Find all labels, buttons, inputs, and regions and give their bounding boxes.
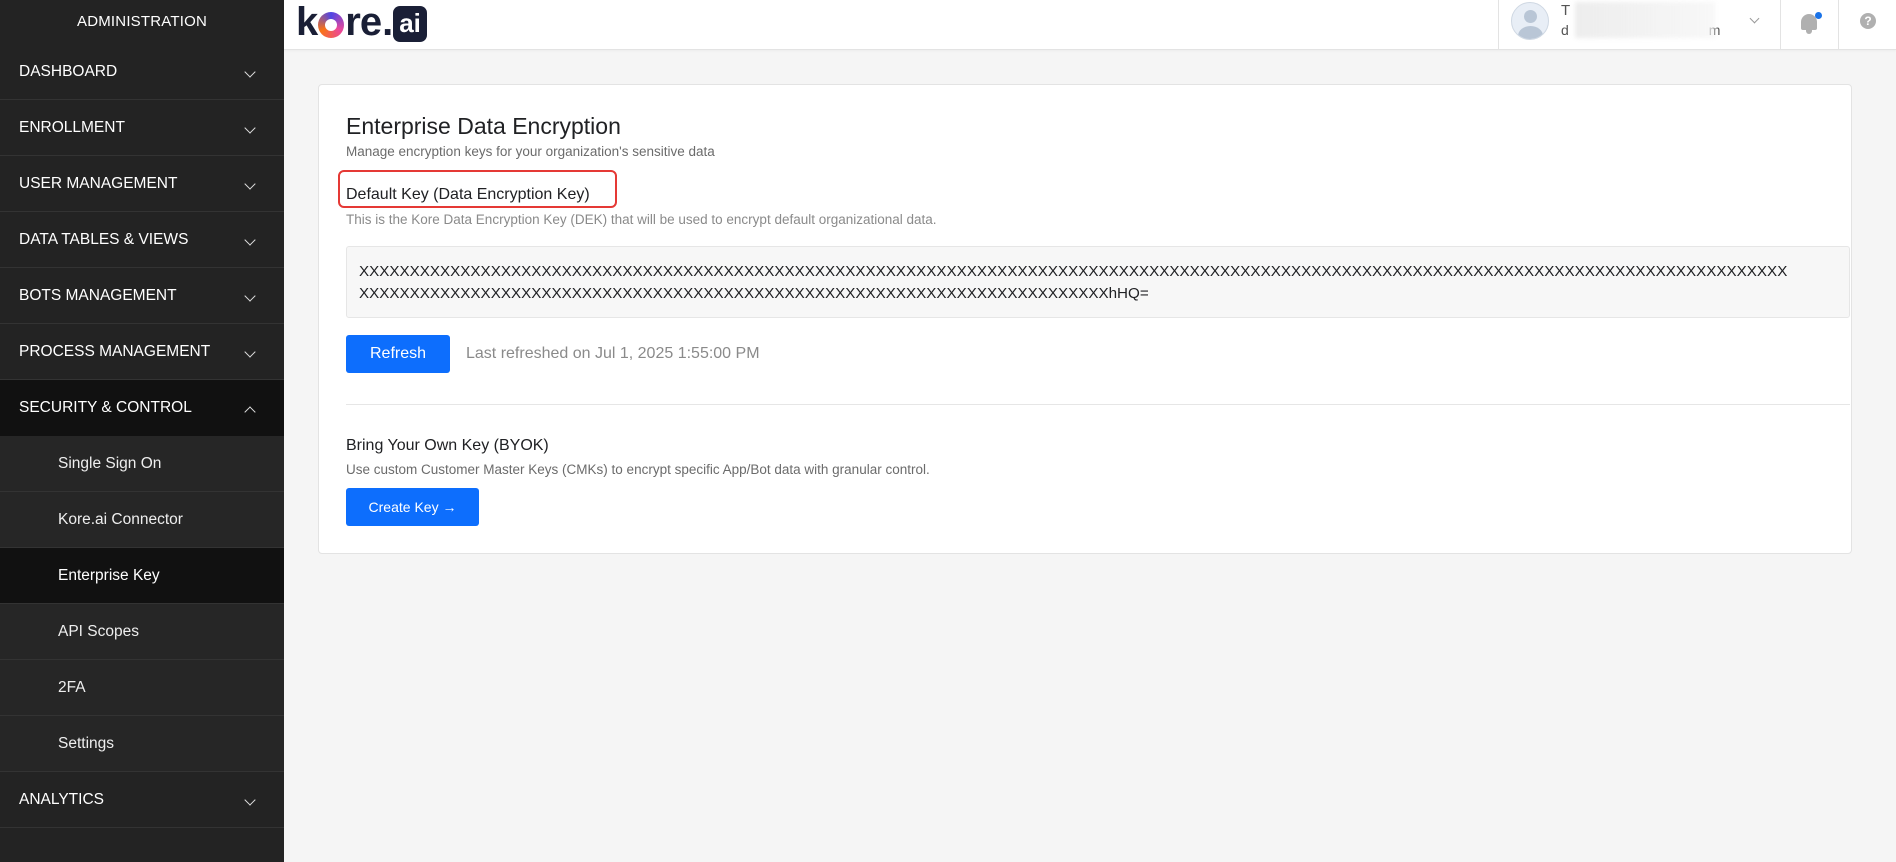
logo-o-icon [318,12,345,38]
refresh-button[interactable]: Refresh [346,335,450,373]
chevron-down-icon [244,178,256,190]
nav-user-management[interactable]: USER MANAGEMENT [0,156,284,212]
create-key-button[interactable]: Create Key → [346,488,479,526]
byok-description: Use custom Customer Master Keys (CMKs) t… [346,462,930,477]
sidebar: ADMINISTRATION DASHBOARD ENROLLMENT USER… [0,0,284,862]
nav-label: USER MANAGEMENT [19,175,178,192]
key-line: XXXXXXXXXXXXXXXXXXXXXXXXXXXXXXXXXXXXXXXX… [359,263,1788,280]
logo-dot: . [382,0,394,44]
user-menu[interactable]: T dm [1498,0,1780,50]
redacted-user-info [1575,2,1715,38]
nav-label: SECURITY & CONTROL [19,399,192,416]
sidebar-item-single-sign-on[interactable]: Single Sign On [0,436,284,492]
chevron-down-icon [244,66,256,78]
logo-text: re [345,0,382,44]
encryption-key-value: XXXXXXXXXXXXXXXXXXXXXXXXXXXXXXXXXXXXXXXX… [346,246,1850,318]
nav-label: DATA TABLES & VIEWS [19,231,189,248]
chevron-down-icon [1749,13,1760,24]
notifications-button[interactable] [1780,0,1838,50]
nav-analytics[interactable]: ANALYTICS [0,772,284,828]
top-bar: k re . ai T dm ? [284,0,1896,50]
sidebar-item-enterprise-key[interactable]: Enterprise Key [0,548,284,604]
chevron-down-icon [244,290,256,302]
chevron-down-icon [244,122,256,134]
user-name: T [1561,2,1571,19]
nav-process-management[interactable]: PROCESS MANAGEMENT [0,324,284,380]
koreai-logo[interactable]: k re . ai [296,2,427,42]
sidebar-item-2fa[interactable]: 2FA [0,660,284,716]
sidebar-item-koreai-connector[interactable]: Kore.ai Connector [0,492,284,548]
nav-label: PROCESS MANAGEMENT [19,343,211,360]
page-title: Enterprise Data Encryption [346,113,621,139]
sidebar-item-settings[interactable]: Settings [0,716,284,772]
encryption-card: Enterprise Data Encryption Manage encryp… [318,84,1852,554]
sidebar-item-api-scopes[interactable]: API Scopes [0,604,284,660]
logo-ai-badge: ai [393,6,427,42]
byok-title: Bring Your Own Key (BYOK) [346,437,549,454]
help-button[interactable]: ? [1838,0,1896,50]
nav-label: ENROLLMENT [19,119,125,136]
page-subtitle: Manage encryption keys for your organiza… [346,144,715,159]
avatar [1511,2,1549,40]
logo-text: k [296,0,318,44]
nav-dashboard[interactable]: DASHBOARD [0,44,284,100]
divider [346,404,1850,405]
nav-label: BOTS MANAGEMENT [19,287,177,304]
nav-enrollment[interactable]: ENROLLMENT [0,100,284,156]
notification-dot [1815,12,1822,19]
chevron-down-icon [244,234,256,246]
chevron-up-icon [244,406,256,418]
sidebar-title: ADMINISTRATION [76,13,208,30]
chevron-down-icon [244,794,256,806]
key-line: XXXXXXXXXXXXXXXXXXXXXXXXXXXXXXXXXXXXXXXX… [359,285,1149,302]
help-icon: ? [1860,13,1876,29]
default-key-description: This is the Kore Data Encryption Key (DE… [346,212,937,227]
nav-label: ANALYTICS [19,791,104,808]
nav-bots-management[interactable]: BOTS MANAGEMENT [0,268,284,324]
last-refreshed-text: Last refreshed on Jul 1, 2025 1:55:00 PM [466,345,760,362]
default-key-title: Default Key (Data Encryption Key) [346,186,590,203]
nav-label: DASHBOARD [19,63,118,80]
nav-security-control[interactable]: SECURITY & CONTROL [0,380,284,436]
nav-data-tables-views[interactable]: DATA TABLES & VIEWS [0,212,284,268]
chevron-down-icon [244,346,256,358]
